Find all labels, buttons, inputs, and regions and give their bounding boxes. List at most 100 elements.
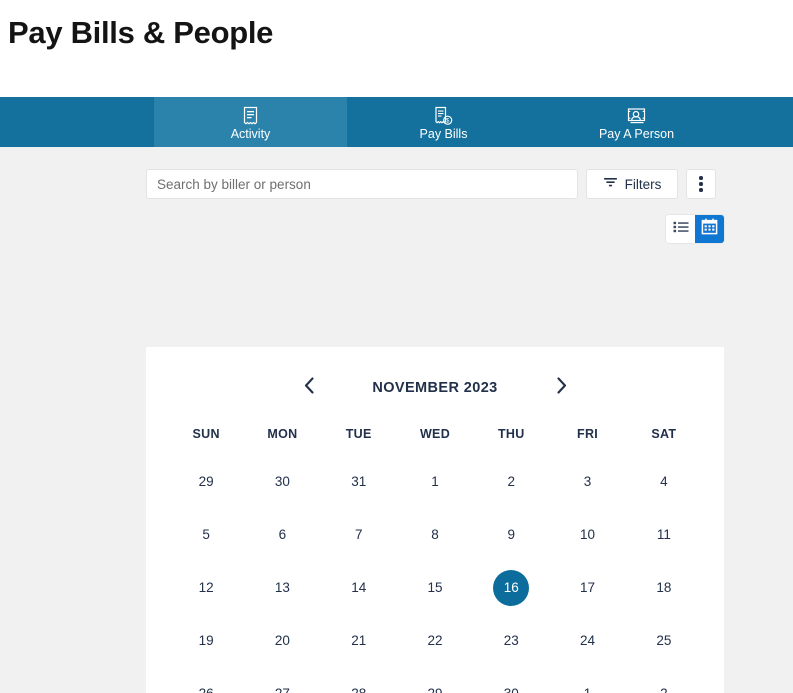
calendar-cell[interactable]: 19 [168, 614, 244, 667]
calendar-day: 11 [656, 527, 671, 542]
calendar-day: 7 [354, 527, 363, 542]
calendar-day: 29 [198, 474, 214, 489]
calendar-cell[interactable]: 7 [321, 508, 397, 561]
calendar-weekday-sat: SAT [651, 427, 677, 441]
calendar-cell[interactable]: 5 [168, 508, 244, 561]
calendar-cell[interactable]: 8 [397, 508, 473, 561]
calendar-cell[interactable]: 6 [244, 508, 320, 561]
calendar-cell[interactable]: 1 [549, 667, 625, 693]
calendar-cell[interactable]: 29 [168, 455, 244, 508]
view-toggle-row [0, 215, 793, 243]
calendar-cell[interactable]: 2 [626, 667, 702, 693]
list-view-icon [673, 220, 689, 238]
chevron-right-icon [556, 377, 567, 399]
calendar-day: 19 [198, 633, 214, 648]
calendar-prev-month-button[interactable] [296, 375, 322, 401]
calendar-day: 6 [278, 527, 287, 542]
calendar-cell[interactable]: 1 [397, 455, 473, 508]
pay-bills-and-people-page: Pay Bills & People Activity $ Pay Bills … [0, 0, 793, 693]
calendar-cell[interactable]: 28 [321, 667, 397, 693]
search-input[interactable] [146, 169, 578, 199]
page-header: Pay Bills & People [0, 0, 793, 97]
calendar-cell[interactable]: 13 [244, 561, 320, 614]
main-tab-bar: Activity $ Pay Bills Pay A Person [0, 97, 793, 147]
calendar-cell[interactable]: 11 [626, 508, 702, 561]
calendar-cell[interactable]: 24 [549, 614, 625, 667]
calendar-cell[interactable]: 10 [549, 508, 625, 561]
calendar-cell[interactable]: 30 [473, 667, 549, 693]
calendar-day: 9 [507, 527, 516, 542]
calendar-cell[interactable]: 2 [473, 455, 549, 508]
calendar-day: 3 [583, 474, 592, 489]
calendar-cell[interactable]: 4 [626, 455, 702, 508]
calendar-day: 15 [427, 580, 443, 595]
filters-button-label: Filters [624, 176, 662, 192]
calendar-view-icon [701, 218, 718, 240]
calendar-cell[interactable]: 22 [397, 614, 473, 667]
calendar-day: 30 [493, 676, 529, 693]
calendar-cell[interactable]: 26 [168, 667, 244, 693]
calendar-cell[interactable]: 25 [626, 614, 702, 667]
calendar-cell-selected[interactable]: 16 [473, 561, 549, 614]
page-title: Pay Bills & People [8, 15, 274, 50]
calendar-cell[interactable]: 30 [244, 455, 320, 508]
calendar-day: 4 [660, 474, 668, 489]
tab-bar-spacer [0, 97, 154, 147]
calendar-day: 10 [580, 527, 596, 542]
kebab-menu-icon [699, 176, 703, 192]
calendar-day: 1 [431, 474, 439, 489]
content-area: Filters [0, 147, 793, 693]
calendar-view-button[interactable] [695, 215, 724, 243]
calendar-day: 12 [198, 580, 214, 595]
calendar-day: 29 [417, 676, 453, 693]
calendar-day: 26 [188, 676, 224, 693]
tab-pay-a-person[interactable]: Pay A Person [540, 97, 733, 147]
calendar-grid: SUN MON TUE WED THU FRI SAT 29 30 31 1 2… [168, 417, 702, 693]
calendar-weekday-thu: THU [497, 427, 525, 441]
list-view-button[interactable] [666, 215, 695, 243]
person-payment-icon [627, 106, 647, 126]
receipt-icon [242, 106, 259, 126]
calendar-day-selected: 16 [493, 569, 530, 606]
calendar-day: 8 [431, 527, 439, 542]
calendar-cell[interactable]: 15 [397, 561, 473, 614]
toolbar: Filters [0, 147, 793, 199]
calendar-cell[interactable]: 23 [473, 614, 549, 667]
tab-pay-bills[interactable]: $ Pay Bills [347, 97, 540, 147]
calendar-day: 13 [274, 580, 290, 595]
calendar-weekday-mon: MON [267, 427, 298, 441]
calendar-cell[interactable]: 18 [626, 561, 702, 614]
calendar-day: 21 [351, 633, 367, 648]
calendar-weekday-wed: WED [419, 427, 451, 441]
filters-button[interactable]: Filters [586, 169, 678, 199]
calendar-next-month-button[interactable] [548, 375, 574, 401]
calendar-cell[interactable]: 3 [549, 455, 625, 508]
calendar-cell[interactable]: 14 [321, 561, 397, 614]
calendar-cell[interactable]: 12 [168, 561, 244, 614]
calendar-day: 25 [656, 633, 672, 648]
calendar-day: 17 [580, 580, 596, 595]
calendar-cell[interactable]: 29 [397, 667, 473, 693]
calendar-day: 30 [274, 474, 290, 489]
calendar-cell[interactable]: 17 [549, 561, 625, 614]
calendar-day: 20 [274, 633, 290, 648]
calendar-day: 18 [656, 580, 672, 595]
calendar-day: 1 [570, 676, 606, 693]
calendar-weekday-tue: TUE [345, 427, 372, 441]
calendar-cell[interactable]: 20 [244, 614, 320, 667]
calendar-cell[interactable]: 27 [244, 667, 320, 693]
more-options-button[interactable] [686, 169, 716, 199]
calendar-day: 5 [202, 527, 210, 542]
calendar-cell[interactable]: 31 [321, 455, 397, 508]
calendar-day: 2 [646, 676, 682, 693]
calendar-cell[interactable]: 9 [473, 508, 549, 561]
tab-activity[interactable]: Activity [154, 97, 347, 147]
calendar-card: NOVEMBER 2023 SUN MON TUE WED THU FRI SA… [146, 347, 724, 693]
filter-icon [603, 175, 618, 193]
receipt-dollar-icon: $ [434, 106, 453, 126]
calendar-cell[interactable]: 21 [321, 614, 397, 667]
calendar-day: 14 [351, 580, 367, 595]
tab-pay-a-person-label: Pay A Person [598, 126, 675, 141]
calendar-day: 2 [507, 474, 516, 489]
view-toggle-group [666, 215, 724, 243]
